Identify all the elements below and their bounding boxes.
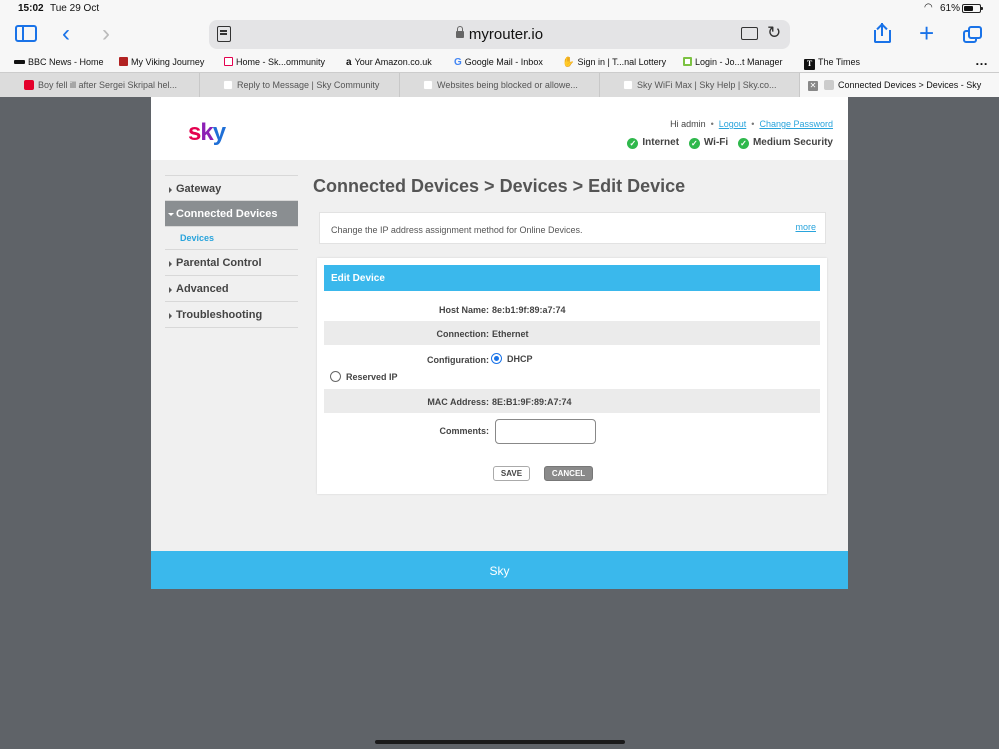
edit-device-panel: Edit Device Host Name: 8e:b1:9f:89:a7:74… [317, 258, 827, 494]
bookmark-the-times[interactable]: T The Times [804, 57, 860, 70]
nav-parental-control[interactable]: Parental Control [165, 250, 298, 276]
status-internet: ✓ Internet [627, 137, 679, 149]
save-button[interactable]: SAVE [493, 466, 530, 481]
host-name-value: 8e:b1:9f:89:a7:74 [492, 305, 566, 315]
status-bar: 15:02 Tue 29 Oct ◠ 61% [0, 0, 999, 17]
sky-tab-icon [423, 80, 433, 90]
tab-skripal[interactable]: Boy fell ill after Sergei Skripal hel... [0, 73, 200, 97]
bookmark-bbc-news[interactable]: BBC News - Home [14, 57, 104, 67]
sky-icon [224, 57, 233, 66]
battery-percent: 61% [940, 3, 961, 14]
reserved-ip-option[interactable]: Reserved IP [330, 371, 398, 382]
lock-icon [455, 26, 464, 38]
configuration-label: Configuration: [427, 355, 489, 365]
sky-logo[interactable]: sky [188, 119, 226, 147]
page-footer: Sky [151, 551, 848, 589]
tab-websites-blocked[interactable]: Websites being blocked or allowe... [400, 73, 600, 97]
logout-link[interactable]: Logout [719, 119, 747, 129]
reserved-ip-radio[interactable] [330, 371, 341, 382]
login-icon [683, 57, 692, 66]
clock: 15:02 [18, 3, 44, 14]
more-link[interactable]: more [795, 222, 816, 232]
battery-icon [962, 4, 983, 13]
bookmark-sky-community[interactable]: Home - Sk...ommunity [224, 57, 325, 67]
sidebar-nav: Gateway Connected Devices Devices Parent… [165, 175, 298, 328]
mac-address-row: MAC Address: 8E:B1:9F:89:A7:74 [324, 389, 820, 413]
sidebar-toggle-icon[interactable] [15, 25, 37, 42]
google-icon: G [454, 57, 462, 68]
url-text[interactable]: myrouter.io [209, 26, 790, 43]
wifi-icon: ◠ [924, 2, 933, 13]
sky-tab-icon [223, 80, 233, 90]
extension-icon[interactable] [741, 27, 758, 40]
tab-reply-message[interactable]: Reply to Message | Sky Community [200, 73, 400, 97]
comments-label: Comments: [439, 426, 489, 436]
check-icon: ✓ [627, 138, 639, 149]
nav-connected-devices[interactable]: Connected Devices [165, 201, 298, 227]
nav-gateway[interactable]: Gateway [165, 175, 298, 201]
check-icon: ✓ [688, 138, 700, 149]
mac-address-label: MAC Address: [427, 397, 489, 407]
dhcp-option[interactable]: DHCP [491, 353, 533, 364]
comments-input[interactable] [495, 419, 596, 444]
router-tab-icon [824, 80, 834, 90]
tab-strip: Boy fell ill after Sergei Skripal hel...… [0, 72, 999, 97]
tab-sky-wifi-max[interactable]: Sky WiFi Max | Sky Help | Sky.co... [600, 73, 800, 97]
connection-value: Ethernet [492, 329, 529, 339]
bookmarks-bar: BBC News - Home My Viking Journey Home -… [0, 52, 999, 72]
dhcp-radio[interactable] [491, 353, 502, 364]
reload-icon[interactable]: ↻ [767, 23, 781, 43]
forward-button[interactable]: › [102, 22, 110, 46]
cancel-button[interactable]: CANCEL [544, 466, 593, 481]
nav-advanced[interactable]: Advanced [165, 276, 298, 302]
sky-tab-icon [623, 80, 633, 90]
viking-icon [119, 57, 128, 66]
bbc-icon [14, 60, 25, 64]
nav-devices[interactable]: Devices [165, 227, 298, 250]
configuration-row: Configuration: DHCP [324, 348, 820, 372]
address-bar[interactable]: myrouter.io ↻ [209, 20, 790, 49]
change-password-link[interactable]: Change Password [759, 119, 833, 129]
new-tab-button[interactable]: + [919, 20, 934, 46]
router-page: sky Hi admin • Logout • Change Password ✓ Int… [151, 97, 848, 589]
status-security: ✓ Medium Security [737, 137, 833, 149]
share-icon[interactable] [874, 23, 891, 43]
host-name-row: Host Name: 8e:b1:9f:89:a7:74 [324, 297, 820, 321]
check-icon: ✓ [737, 138, 749, 149]
status-wifi: ✓ Wi-Fi [688, 137, 728, 149]
url-label: myrouter.io [468, 26, 544, 43]
bookmark-national-lottery[interactable]: ✋ Sign in | T...nal Lottery [562, 57, 666, 68]
browser-toolbar: ‹ › myrouter.io ↻ + [0, 17, 999, 52]
bookmark-amazon[interactable]: a Your Amazon.co.uk [346, 57, 432, 68]
connection-status: ✓ Internet ✓ Wi-Fi ✓ Medium Security [620, 137, 833, 149]
connection-label: Connection: [436, 329, 490, 339]
page-title: Connected Devices > Devices > Edit Devic… [313, 176, 686, 196]
info-box: Change the IP address assignment method … [319, 212, 826, 244]
connection-row: Connection: Ethernet [324, 321, 820, 345]
page-header: sky Hi admin • Logout • Change Password ✓ Int… [151, 97, 848, 160]
times-icon: T [804, 59, 815, 70]
amazon-icon: a [346, 57, 352, 68]
greeting: Hi admin [670, 119, 706, 129]
bookmark-login-manager[interactable]: Login - Jo...t Manager [683, 57, 783, 67]
host-name-label: Host Name: [438, 305, 489, 315]
bbc-tab-icon [24, 80, 34, 90]
back-button[interactable]: ‹ [62, 22, 70, 46]
info-text: Change the IP address assignment method … [331, 225, 583, 235]
tab-connected-devices[interactable]: ✕ Connected Devices > Devices - Sky [800, 73, 999, 97]
lottery-icon: ✋ [562, 57, 575, 68]
tab-overview-icon[interactable] [963, 26, 982, 43]
bookmark-google-mail[interactable]: G Google Mail - Inbox [454, 57, 543, 68]
more-bookmarks-icon[interactable]: … [975, 53, 989, 68]
user-line: Hi admin • Logout • Change Password [670, 119, 833, 129]
date: Tue 29 Oct [50, 3, 100, 14]
home-indicator[interactable] [375, 740, 625, 744]
nav-troubleshooting[interactable]: Troubleshooting [165, 302, 298, 328]
mac-address-value: 8E:B1:9F:89:A7:74 [492, 397, 572, 407]
bookmark-my-viking-journey[interactable]: My Viking Journey [119, 57, 204, 67]
close-tab-icon[interactable]: ✕ [808, 81, 818, 91]
panel-title: Edit Device [324, 265, 820, 291]
